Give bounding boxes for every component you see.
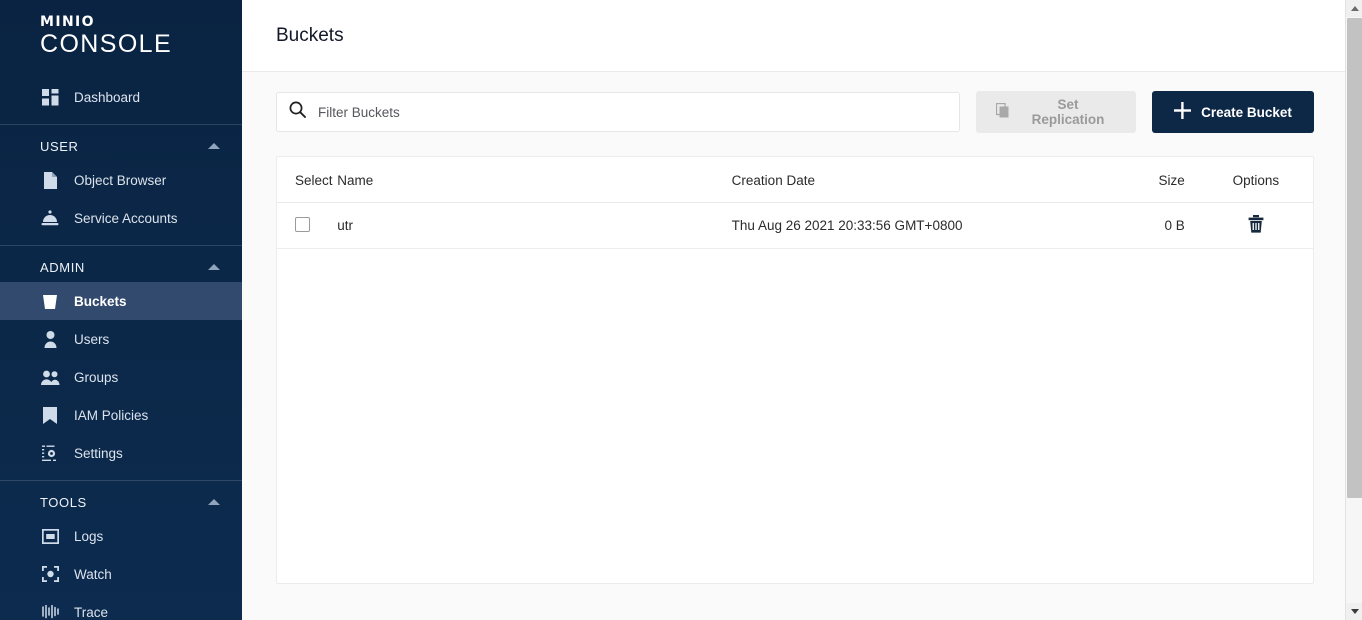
trash-icon: [1248, 215, 1264, 236]
sidebar-item-label: IAM Policies: [74, 407, 149, 423]
row-select-checkbox[interactable]: [295, 216, 310, 232]
group-icon: [40, 367, 60, 387]
sidebar-section-title: ADMIN: [40, 259, 85, 275]
focus-target-icon: [40, 564, 60, 584]
set-replication-button[interactable]: Set Replication: [976, 91, 1136, 133]
page-header: Buckets: [242, 0, 1362, 72]
sidebar-section-title: TOOLS: [40, 494, 87, 510]
sidebar-section-tools[interactable]: TOOLS: [0, 487, 242, 517]
plus-icon: [1174, 102, 1192, 122]
minio-console-window: MINIO CONSOLE Dashboard USER Object Brow…: [0, 0, 1362, 620]
search-input-wrapper[interactable]: [276, 92, 960, 132]
row-size-cell: 0 B: [1074, 202, 1199, 249]
sidebar-item-buckets[interactable]: Buckets: [0, 282, 242, 320]
chevron-up-icon[interactable]: [208, 143, 220, 149]
search-icon: [289, 101, 318, 123]
document-icon: [40, 170, 60, 190]
row-select-cell: [277, 202, 338, 249]
sidebar-item-logs[interactable]: Logs: [0, 517, 242, 555]
window-icon: [40, 526, 60, 546]
sidebar-item-label: Logs: [74, 528, 104, 544]
triangle-down-icon: [1350, 609, 1359, 614]
waveform-icon: [40, 602, 60, 620]
column-header-size: Size: [1074, 157, 1199, 203]
table-row[interactable]: utr Thu Aug 26 2021 20:33:56 GMT+0800 0 …: [277, 202, 1313, 249]
sidebar-item-iam-policies[interactable]: IAM Policies: [0, 396, 242, 434]
column-header-name: Name: [337, 157, 732, 203]
row-options-cell: [1198, 202, 1313, 249]
sidebar-item-groups[interactable]: Groups: [0, 358, 242, 396]
sidebar-item-users[interactable]: Users: [0, 320, 242, 358]
bucket-icon: [40, 291, 60, 311]
scrollbar-down-button[interactable]: [1346, 603, 1362, 620]
sidebar-item-label: Trace: [74, 604, 109, 620]
sidebar-item-label: Settings: [74, 445, 123, 461]
table-header-row: Select Name Creation Date Size Options: [277, 157, 1313, 203]
sidebar-item-label: Service Accounts: [74, 210, 178, 226]
sidebar-item-watch[interactable]: Watch: [0, 555, 242, 593]
scrollbar-thumb[interactable]: [1347, 18, 1362, 498]
sidebar-divider: [0, 245, 242, 246]
chevron-up-icon[interactable]: [208, 264, 220, 270]
copy-icon: [995, 102, 1010, 121]
create-bucket-label: Create Bucket: [1201, 104, 1292, 120]
sidebar-item-label: Buckets: [74, 293, 127, 309]
dashboard-grid-icon: [40, 87, 60, 107]
sidebar-section-user[interactable]: USER: [0, 131, 242, 161]
toolbar: Set Replication Create Bucket: [242, 72, 1362, 144]
service-bell-icon: [40, 208, 60, 228]
buckets-table: Select Name Creation Date Size Options u…: [277, 157, 1313, 249]
create-bucket-button[interactable]: Create Bucket: [1152, 91, 1314, 133]
sidebar-item-label: Groups: [74, 369, 119, 385]
delete-bucket-button[interactable]: [1248, 215, 1264, 236]
row-name-cell: utr: [337, 202, 732, 249]
logo-minio-text: MINIO: [40, 14, 95, 30]
logo-console-text: CONSOLE: [40, 30, 173, 58]
sidebar-divider: [0, 124, 242, 125]
sidebar-section-title: USER: [40, 138, 79, 154]
sidebar-section-admin[interactable]: ADMIN: [0, 252, 242, 282]
vertical-scrollbar[interactable]: [1345, 0, 1362, 620]
sidebar-item-label: Users: [74, 331, 110, 347]
logo[interactable]: MINIO CONSOLE: [0, 0, 242, 78]
sidebar-item-object-browser[interactable]: Object Browser: [0, 161, 242, 199]
sidebar-divider: [0, 480, 242, 481]
column-header-select: Select: [277, 157, 338, 203]
triangle-up-icon: [1350, 6, 1359, 11]
gear-icon: [40, 443, 60, 463]
sidebar-item-settings[interactable]: Settings: [0, 434, 242, 472]
chevron-up-icon[interactable]: [208, 499, 220, 505]
scrollbar-up-button[interactable]: [1346, 0, 1362, 17]
buckets-table-card: Select Name Creation Date Size Options u…: [276, 156, 1314, 584]
sidebar-item-label: Object Browser: [74, 172, 167, 188]
set-replication-label: Set Replication: [1031, 97, 1105, 127]
sidebar-item-service-accounts[interactable]: Service Accounts: [0, 199, 242, 237]
bookmark-icon: [40, 405, 60, 425]
user-icon: [40, 329, 60, 349]
table-header: Select Name Creation Date Size Options: [277, 157, 1313, 203]
column-header-options: Options: [1198, 157, 1313, 203]
row-creation-date-cell: Thu Aug 26 2021 20:33:56 GMT+0800: [731, 202, 1075, 249]
sidebar-item-label: Dashboard: [74, 89, 141, 105]
sidebar-item-dashboard[interactable]: Dashboard: [0, 78, 242, 116]
page-title: Buckets: [276, 24, 344, 46]
sidebar: MINIO CONSOLE Dashboard USER Object Brow…: [0, 0, 242, 620]
sidebar-item-trace[interactable]: Trace: [0, 593, 242, 620]
main-content: Buckets Set Replication Create Bucket: [242, 0, 1362, 620]
column-header-creation-date: Creation Date: [731, 157, 1075, 203]
sidebar-item-label: Watch: [74, 566, 112, 582]
search-input[interactable]: [318, 104, 947, 120]
table-body: utr Thu Aug 26 2021 20:33:56 GMT+0800 0 …: [277, 202, 1313, 249]
